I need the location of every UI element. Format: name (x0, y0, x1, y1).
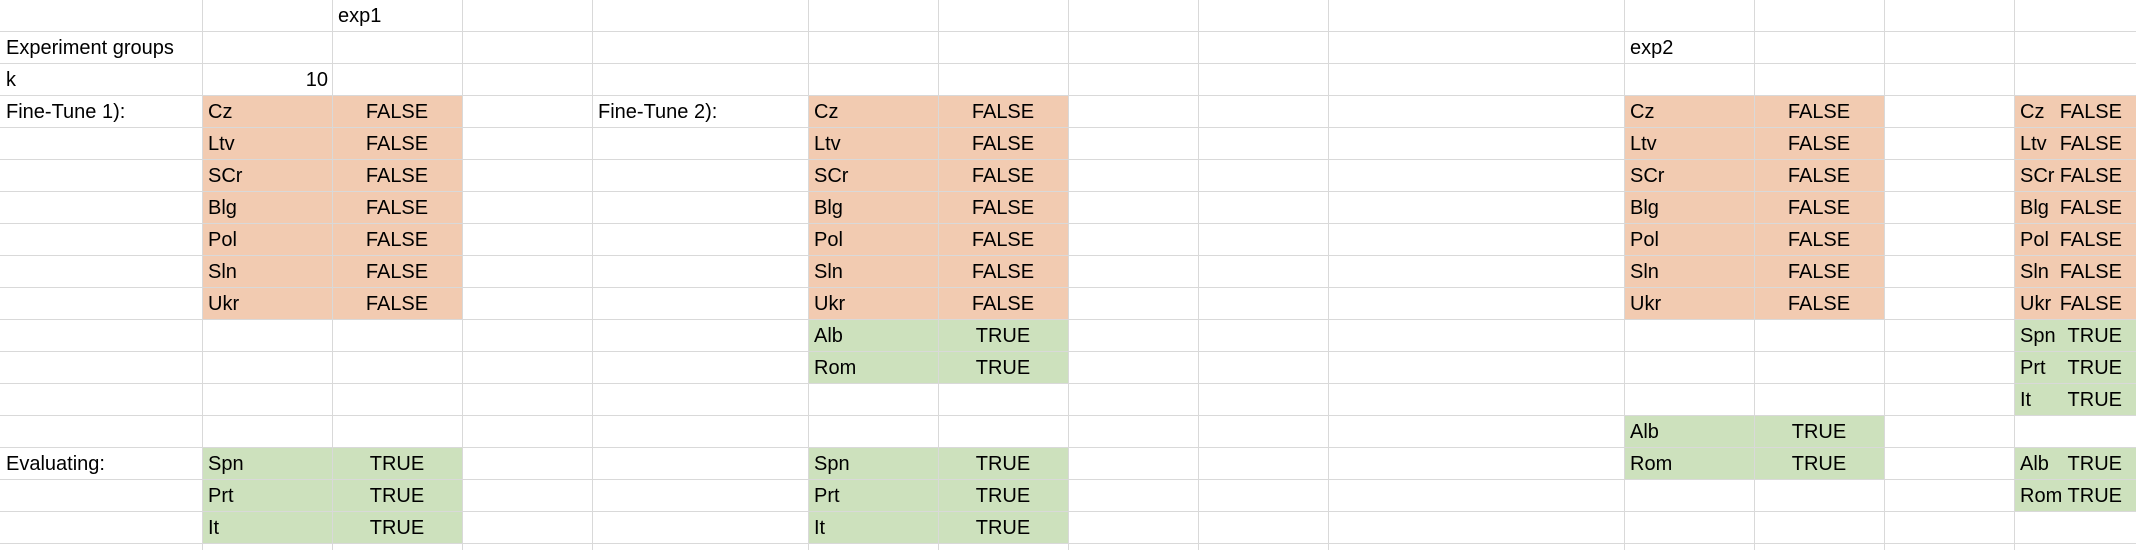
grid-column-line (1068, 0, 1069, 550)
block-c-lang-sln[interactable]: Sln (1624, 256, 1754, 288)
block-c-lang-scr[interactable]: SCr (1624, 160, 1754, 192)
block-d-value-pol[interactable]: FALSE (2014, 224, 2136, 256)
block-d-extra-value-prt[interactable]: TRUE (2014, 352, 2136, 384)
cell-k-label[interactable]: k (0, 64, 202, 96)
block-d-value-cz[interactable]: FALSE (2014, 96, 2136, 128)
block-a-lang-pol[interactable]: Pol (202, 224, 332, 256)
block-a-eval-lang-spn[interactable]: Spn (202, 448, 332, 480)
block-c-value-sln[interactable]: FALSE (1754, 256, 1884, 288)
block-a-value-ltv[interactable]: FALSE (332, 128, 462, 160)
grid-row-line (0, 383, 2136, 384)
grid-row-line (0, 31, 2136, 32)
block-c-lang-ukr[interactable]: Ukr (1624, 288, 1754, 320)
block-c-lang-pol[interactable]: Pol (1624, 224, 1754, 256)
cell-evaluating-label[interactable]: Evaluating: (0, 448, 202, 480)
block-c-eval-lang-alb[interactable]: Alb (1624, 416, 1754, 448)
block-d-value-sln[interactable]: FALSE (2014, 256, 2136, 288)
grid-column-line (1198, 0, 1199, 550)
block-a-lang-ukr[interactable]: Ukr (202, 288, 332, 320)
block-b-eval-lang-it[interactable]: It (808, 512, 938, 544)
block-c-value-cz[interactable]: FALSE (1754, 96, 1884, 128)
block-c-lang-ltv[interactable]: Ltv (1624, 128, 1754, 160)
block-c-eval-value-alb[interactable]: TRUE (1754, 416, 1884, 448)
block-b-extra-value-rom[interactable]: TRUE (938, 352, 1068, 384)
block-b-eval-lang-spn[interactable]: Spn (808, 448, 938, 480)
block-a-lang-scr[interactable]: SCr (202, 160, 332, 192)
grid-row-line (0, 351, 2136, 352)
block-b-lang-blg[interactable]: Blg (808, 192, 938, 224)
cell-k-value[interactable]: 10 (202, 64, 332, 96)
block-a-value-sln[interactable]: FALSE (332, 256, 462, 288)
block-b-value-blg[interactable]: FALSE (938, 192, 1068, 224)
block-b-value-pol[interactable]: FALSE (938, 224, 1068, 256)
block-a-eval-value-spn[interactable]: TRUE (332, 448, 462, 480)
block-a-eval-value-prt[interactable]: TRUE (332, 480, 462, 512)
block-c-value-pol[interactable]: FALSE (1754, 224, 1884, 256)
block-c-eval-lang-rom[interactable]: Rom (1624, 448, 1754, 480)
block-b-lang-cz[interactable]: Cz (808, 96, 938, 128)
block-a-value-pol[interactable]: FALSE (332, 224, 462, 256)
grid-column-line (462, 0, 463, 550)
block-d-value-scr[interactable]: FALSE (2014, 160, 2136, 192)
block-d-extra-value-it[interactable]: TRUE (2014, 384, 2136, 416)
block-c-lang-blg[interactable]: Blg (1624, 192, 1754, 224)
block-c-value-ltv[interactable]: FALSE (1754, 128, 1884, 160)
block-b-extra-value-alb[interactable]: TRUE (938, 320, 1068, 352)
block-b-value-ukr[interactable]: FALSE (938, 288, 1068, 320)
block-a-lang-cz[interactable]: Cz (202, 96, 332, 128)
block-b-value-ltv[interactable]: FALSE (938, 128, 1068, 160)
block-d-extra-value-spn[interactable]: TRUE (2014, 320, 2136, 352)
block-d-eval-value-alb[interactable]: TRUE (2014, 448, 2136, 480)
block-b-lang-ukr[interactable]: Ukr (808, 288, 938, 320)
block-d-value-ukr[interactable]: FALSE (2014, 288, 2136, 320)
cell-exp1-title[interactable]: exp1 (332, 0, 462, 32)
grid-column-line (592, 0, 593, 550)
block-b-value-cz[interactable]: FALSE (938, 96, 1068, 128)
block-d-eval-value-rom[interactable]: TRUE (2014, 480, 2136, 512)
cell-finetune1-label[interactable]: Fine-Tune 1): (0, 96, 202, 128)
block-a-value-scr[interactable]: FALSE (332, 160, 462, 192)
block-b-lang-pol[interactable]: Pol (808, 224, 938, 256)
block-b-lang-sln[interactable]: Sln (808, 256, 938, 288)
block-b-value-scr[interactable]: FALSE (938, 160, 1068, 192)
block-c-value-ukr[interactable]: FALSE (1754, 288, 1884, 320)
block-a-eval-lang-it[interactable]: It (202, 512, 332, 544)
block-c-value-blg[interactable]: FALSE (1754, 192, 1884, 224)
block-a-lang-blg[interactable]: Blg (202, 192, 332, 224)
block-a-eval-value-it[interactable]: TRUE (332, 512, 462, 544)
block-c-lang-cz[interactable]: Cz (1624, 96, 1754, 128)
grid-column-line (1884, 0, 1885, 550)
cell-exp2-label[interactable]: exp2 (1624, 32, 1754, 64)
cell-finetune2-label[interactable]: Fine-Tune 2): (592, 96, 808, 128)
block-b-eval-value-spn[interactable]: TRUE (938, 448, 1068, 480)
block-d-value-blg[interactable]: FALSE (2014, 192, 2136, 224)
block-b-eval-lang-prt[interactable]: Prt (808, 480, 938, 512)
block-a-lang-sln[interactable]: Sln (202, 256, 332, 288)
block-b-value-sln[interactable]: FALSE (938, 256, 1068, 288)
cell-experiment-groups-label[interactable]: Experiment groups (0, 32, 202, 64)
block-b-extra-lang-rom[interactable]: Rom (808, 352, 938, 384)
block-a-lang-ltv[interactable]: Ltv (202, 128, 332, 160)
block-b-lang-ltv[interactable]: Ltv (808, 128, 938, 160)
block-c-eval-value-rom[interactable]: TRUE (1754, 448, 1884, 480)
block-b-eval-value-prt[interactable]: TRUE (938, 480, 1068, 512)
block-a-eval-lang-prt[interactable]: Prt (202, 480, 332, 512)
spreadsheet-grid[interactable]: exp1 Experiment groups k 10 exp2 Fine-Tune 1)… (0, 0, 2136, 550)
block-a-value-cz[interactable]: FALSE (332, 96, 462, 128)
block-d-value-ltv[interactable]: FALSE (2014, 128, 2136, 160)
grid-column-line (1328, 0, 1329, 550)
block-b-extra-lang-alb[interactable]: Alb (808, 320, 938, 352)
block-a-value-ukr[interactable]: FALSE (332, 288, 462, 320)
block-a-value-blg[interactable]: FALSE (332, 192, 462, 224)
block-c-value-scr[interactable]: FALSE (1754, 160, 1884, 192)
block-b-eval-value-it[interactable]: TRUE (938, 512, 1068, 544)
block-b-lang-scr[interactable]: SCr (808, 160, 938, 192)
